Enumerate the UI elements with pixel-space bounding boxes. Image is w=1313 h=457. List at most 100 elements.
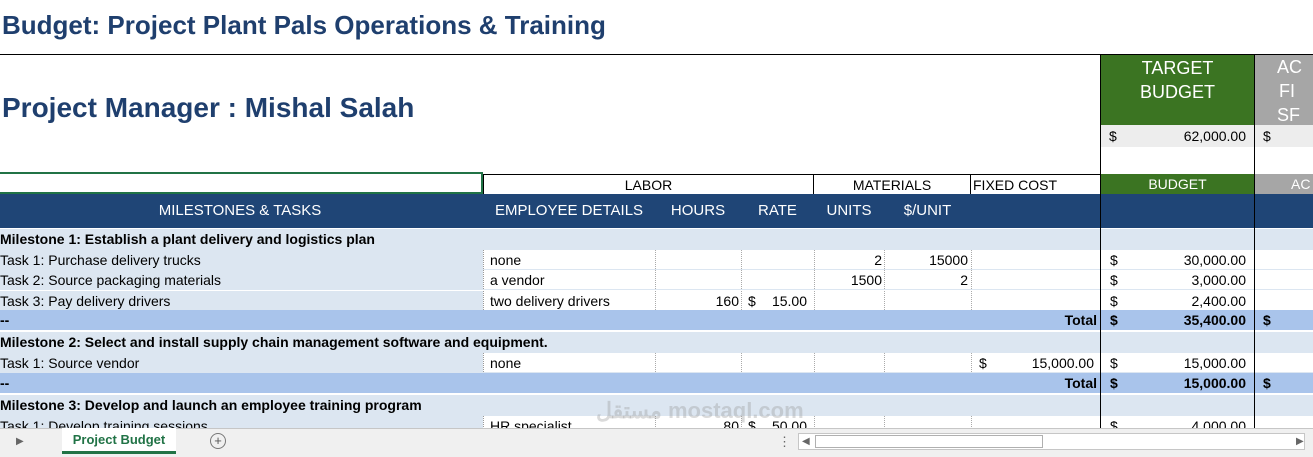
cell-divider [741,270,742,289]
total-marker: -- [0,375,10,391]
hdr-divider-1 [1100,194,1101,228]
units-cell[interactable]: 2 [814,250,882,270]
budget-column-header: BUDGET [1101,174,1254,194]
table-row: Task 3: Pay delivery drivers two delivery… [0,291,1313,311]
actual-header: AC FI SF [1255,55,1313,125]
column-border [1254,353,1255,373]
fixed-cost-header: FIXED COST [971,174,1101,194]
plus-circle-icon[interactable]: + [210,433,226,449]
employee-cell[interactable]: none [490,353,650,373]
target-budget-header: TARGET BUDGET [1101,55,1254,125]
budget-value[interactable]: 30,000.00 [1101,250,1246,270]
budget-value[interactable]: 3,000.00 [1101,270,1247,290]
employee-cell[interactable]: two delivery drivers [490,291,650,311]
column-border [1254,291,1255,311]
column-border [1100,229,1101,250]
cell-divider [741,250,742,269]
tab-scroll-left-icon[interactable]: ▶ [16,436,24,447]
cell-divider [884,291,885,310]
materials-header: MATERIALS [814,174,971,194]
sheet-title: Budget: Project Plant Pals Operations & … [2,10,606,40]
table-row: Task 1: Purchase delivery trucks none 2 150… [0,250,1313,270]
actual-cell[interactable] [1255,291,1313,310]
cell-divider [741,353,742,372]
per-unit-cell[interactable]: 2 [884,270,968,290]
column-border [1254,373,1255,393]
cell-divider [971,291,972,310]
actual-cell[interactable] [1255,270,1313,289]
task-label[interactable]: Task 1: Purchase delivery trucks [0,250,483,270]
column-border [1254,229,1255,250]
cell-divider [814,291,815,310]
cell-divider [655,270,656,289]
total-label: Total [1064,312,1097,328]
total-row: -- Total $35,400.00 $ [0,310,1313,330]
actual-cell[interactable] [1255,353,1313,372]
cell-divider [971,250,972,269]
table-row: Task 2: Source packaging materials a vend… [0,270,1313,290]
column-border [1254,270,1255,290]
scroll-left-icon[interactable]: ◀ [802,436,810,447]
milestone-label[interactable]: Milestone 3: Develop and launch an emplo… [0,395,1100,415]
column-border [1254,250,1255,270]
actual-cell[interactable] [1255,250,1313,269]
milestone-row: Milestone 2: Select and install supply c… [0,332,1313,353]
budget-value[interactable]: 15,000.00 [1101,353,1246,373]
column-border [1100,395,1101,416]
employee-header: EMPLOYEE DETAILS [494,202,644,219]
task-label[interactable]: Task 3: Pay delivery drivers [0,291,483,311]
selected-cell[interactable] [0,172,483,194]
column-border [1100,291,1101,311]
tab-project-budget[interactable]: Project Budget [62,428,176,454]
task-label[interactable]: Task 1: Source vendor [0,353,483,373]
splitter-dots-icon[interactable]: ⋮ [778,434,791,450]
column-border [1100,250,1101,270]
milestone-row: Milestone 1: Establish a plant delivery … [0,229,1313,250]
total-budget-value[interactable]: 35,400.00 [1101,310,1246,330]
column-border [1100,332,1101,353]
actual-currency: $ [1263,375,1271,391]
hours-cell[interactable]: 160 [655,291,739,311]
watermark: مستقل mostaql.com [596,398,804,423]
column-border [1100,353,1101,373]
column-border [1254,395,1255,416]
cell-divider [884,353,885,372]
total-label: Total [1064,375,1097,391]
labor-header: LABOR [483,174,814,194]
units-header: UNITS [826,202,872,219]
milestone-label[interactable]: Milestone 1: Establish a plant delivery … [0,229,1100,249]
employee-cell[interactable]: none [490,250,650,270]
actual-value-cell[interactable]: $ [1255,125,1313,147]
rate-header: RATE [758,202,797,219]
cell-divider [655,353,656,372]
total-row: -- Total $15,000.00 $ [0,373,1313,393]
rate-cell[interactable]: 15.00 [741,291,807,311]
employee-cell[interactable]: a vendor [490,270,650,290]
column-border [1100,373,1101,393]
hours-header: HOURS [670,202,726,219]
table-row: Task 1: Source vendor none $15,000.00 $15,0… [0,353,1313,373]
total-marker: -- [0,312,10,328]
cell-divider [971,270,972,289]
fixed-cost-cell[interactable]: 15,000.00 [971,353,1094,373]
actual-currency: $ [1263,312,1271,328]
target-budget-value-cell[interactable]: $ 62,000.00 [1101,125,1254,147]
units-cell[interactable]: 1500 [814,270,882,290]
scroll-right-icon[interactable]: ▶ [1296,436,1304,447]
cell-divider [814,353,815,372]
column-border [1254,332,1255,353]
project-manager: Project Manager : Mishal Salah [2,92,415,123]
column-border [1100,270,1101,290]
milestones-header: MILESTONES & TASKS [158,202,322,219]
scrollbar-thumb[interactable] [815,435,1043,448]
hdr-divider-2 [1254,194,1255,228]
task-label[interactable]: Task 2: Source packaging materials [0,270,483,290]
milestone-label[interactable]: Milestone 2: Select and install supply c… [0,332,1100,352]
total-budget-value[interactable]: 15,000.00 [1101,373,1246,393]
cell-divider [655,250,656,269]
per-unit-header: $/UNIT [903,202,952,219]
column-border [1100,310,1101,330]
actual-column-header: AC [1255,174,1313,194]
budget-value[interactable]: 2,400.00 [1101,291,1247,311]
per-unit-cell[interactable]: 15000 [884,250,968,270]
